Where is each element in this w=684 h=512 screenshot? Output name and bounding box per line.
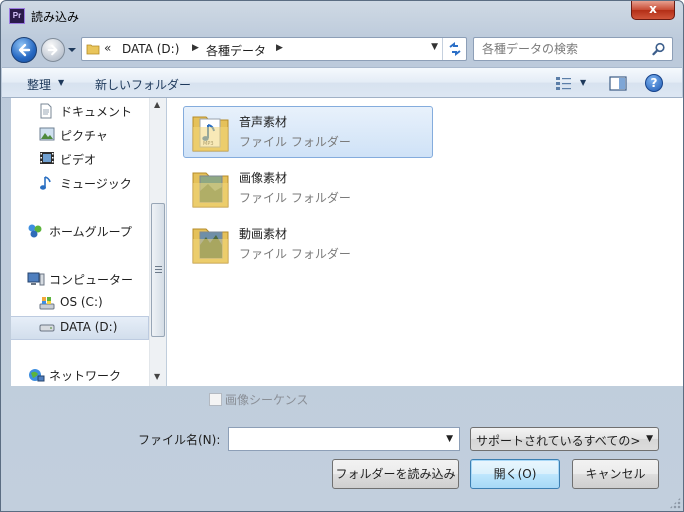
file-type-filter[interactable]: サポートされているすべての> ▼ — [470, 427, 659, 451]
import-dialog: Pr 読み込み x « DATA (D:) ▶ 各種データ ▶ ▼ 各種データの… — [0, 0, 684, 512]
file-list[interactable]: MP3 音声素材 ファイル フォルダー 画像素材 ファイル フォルダー — [167, 98, 683, 386]
address-dropdown-icon[interactable]: ▼ — [431, 42, 438, 52]
arrow-right-icon — [47, 44, 58, 56]
close-button[interactable]: x — [631, 1, 675, 20]
folder-name: 音声素材 — [239, 115, 288, 129]
homegroup-icon — [28, 224, 42, 238]
crumb-arrow-icon[interactable]: ▶ — [192, 43, 199, 53]
filename-label: ファイル名(N): — [138, 433, 221, 447]
image-sequence-checkbox[interactable] — [209, 393, 222, 406]
view-options-icon[interactable] — [555, 75, 573, 91]
preview-pane-icon[interactable] — [609, 76, 627, 91]
view-caret-icon[interactable]: ▼ — [580, 78, 586, 87]
video-folder-icon — [192, 228, 229, 264]
help-icon[interactable]: ? — [645, 74, 663, 92]
folder-type: ファイル フォルダー — [239, 247, 351, 261]
file-type-value: サポートされているすべての> — [476, 434, 641, 448]
organize-caret-icon[interactable]: ▼ — [58, 78, 64, 87]
nav-label: ホームグループ — [49, 225, 132, 239]
navigation-pane[interactable]: ドキュメント ピクチャ ビデオ ミュージック ホームグループ コンピューター O… — [11, 98, 166, 386]
computer-icon — [27, 272, 45, 286]
system-drive-icon — [39, 297, 55, 310]
forward-button[interactable] — [41, 38, 65, 62]
nav-item-network[interactable]: ネットワーク — [11, 364, 149, 386]
nav-label: DATA (D:) — [60, 320, 118, 334]
folder-type: ファイル フォルダー — [239, 135, 351, 149]
back-button[interactable] — [11, 37, 37, 63]
folder-tile-videos[interactable]: 動画素材 ファイル フォルダー — [183, 218, 433, 270]
cancel-button[interactable]: キャンセル — [572, 459, 659, 489]
filename-input[interactable] — [229, 428, 439, 450]
nav-label: コンピューター — [49, 273, 134, 287]
audio-folder-icon: MP3 — [192, 116, 229, 152]
scroll-up-icon[interactable]: ▲ — [154, 100, 160, 109]
scroll-down-icon[interactable]: ▼ — [154, 372, 160, 381]
refresh-button[interactable] — [442, 38, 466, 60]
search-box[interactable] — [473, 37, 673, 61]
address-overflow-chevron[interactable]: « — [104, 41, 111, 55]
network-icon — [29, 369, 45, 382]
open-button[interactable]: 開く(O) — [470, 459, 560, 489]
nav-item-documents[interactable]: ドキュメント — [11, 100, 149, 122]
import-folder-button[interactable]: フォルダーを読み込み — [332, 459, 459, 489]
nav-pane-scrollbar[interactable]: ▲ ▼ — [149, 98, 166, 386]
folder-tile-audio[interactable]: MP3 音声素材 ファイル フォルダー — [183, 106, 433, 158]
video-icon — [40, 152, 54, 164]
image-sequence-label: 画像シーケンス — [225, 393, 309, 407]
drive-icon — [39, 324, 55, 332]
nav-item-homegroup[interactable]: ホームグループ — [11, 220, 149, 242]
nav-item-os-drive[interactable]: OS (C:) — [11, 292, 149, 314]
nav-item-computer[interactable]: コンピューター — [11, 268, 149, 290]
nav-label: OS (C:) — [60, 295, 103, 309]
crumb-current-folder[interactable]: 各種データ — [206, 42, 266, 59]
nav-item-data-drive[interactable]: DATA (D:) — [11, 316, 149, 340]
folder-tile-images[interactable]: 画像素材 ファイル フォルダー — [183, 162, 433, 214]
arrow-left-icon — [18, 43, 31, 57]
new-folder-button[interactable]: 新しいフォルダー — [95, 76, 191, 93]
nav-label: ビデオ — [60, 153, 97, 167]
folder-name: 動画素材 — [239, 227, 288, 241]
nav-label: ドキュメント — [60, 105, 133, 119]
scroll-grip-icon — [155, 266, 162, 273]
premiere-app-icon: Pr — [9, 8, 25, 24]
command-bar: 整理 ▼ 新しいフォルダー ▼ ? — [2, 67, 682, 98]
music-icon — [40, 176, 51, 190]
filename-combobox[interactable]: ▼ — [228, 427, 460, 451]
picture-icon — [39, 127, 55, 141]
document-icon — [40, 103, 52, 119]
nav-item-pictures[interactable]: ピクチャ — [11, 124, 149, 146]
folder-icon — [86, 44, 100, 55]
crumb-arrow-icon[interactable]: ▶ — [276, 43, 283, 53]
nav-item-videos[interactable]: ビデオ — [11, 148, 149, 170]
nav-label: ネットワーク — [49, 369, 122, 383]
folder-name: 画像素材 — [239, 171, 288, 185]
address-bar[interactable]: « DATA (D:) ▶ 各種データ ▶ ▼ — [81, 37, 467, 61]
window-title: 読み込み — [31, 10, 80, 24]
crumb-data-drive[interactable]: DATA (D:) — [122, 42, 179, 56]
folder-type: ファイル フォルダー — [239, 191, 351, 205]
organize-menu[interactable]: 整理 — [27, 76, 51, 93]
filter-dropdown-icon[interactable]: ▼ — [646, 434, 653, 444]
image-folder-icon — [192, 172, 229, 208]
title-bar[interactable]: Pr 読み込み x — [1, 1, 683, 31]
refresh-icon — [449, 42, 461, 56]
nav-label: ピクチャ — [60, 129, 108, 143]
nav-item-music[interactable]: ミュージック — [11, 172, 149, 194]
nav-label: ミュージック — [60, 177, 132, 191]
search-icon[interactable] — [652, 42, 666, 56]
history-dropdown-icon[interactable] — [67, 45, 77, 55]
scroll-thumb[interactable] — [151, 203, 165, 337]
resize-grip-icon[interactable] — [669, 497, 681, 509]
search-input[interactable] — [474, 38, 650, 60]
filename-dropdown-icon[interactable]: ▼ — [446, 434, 453, 444]
